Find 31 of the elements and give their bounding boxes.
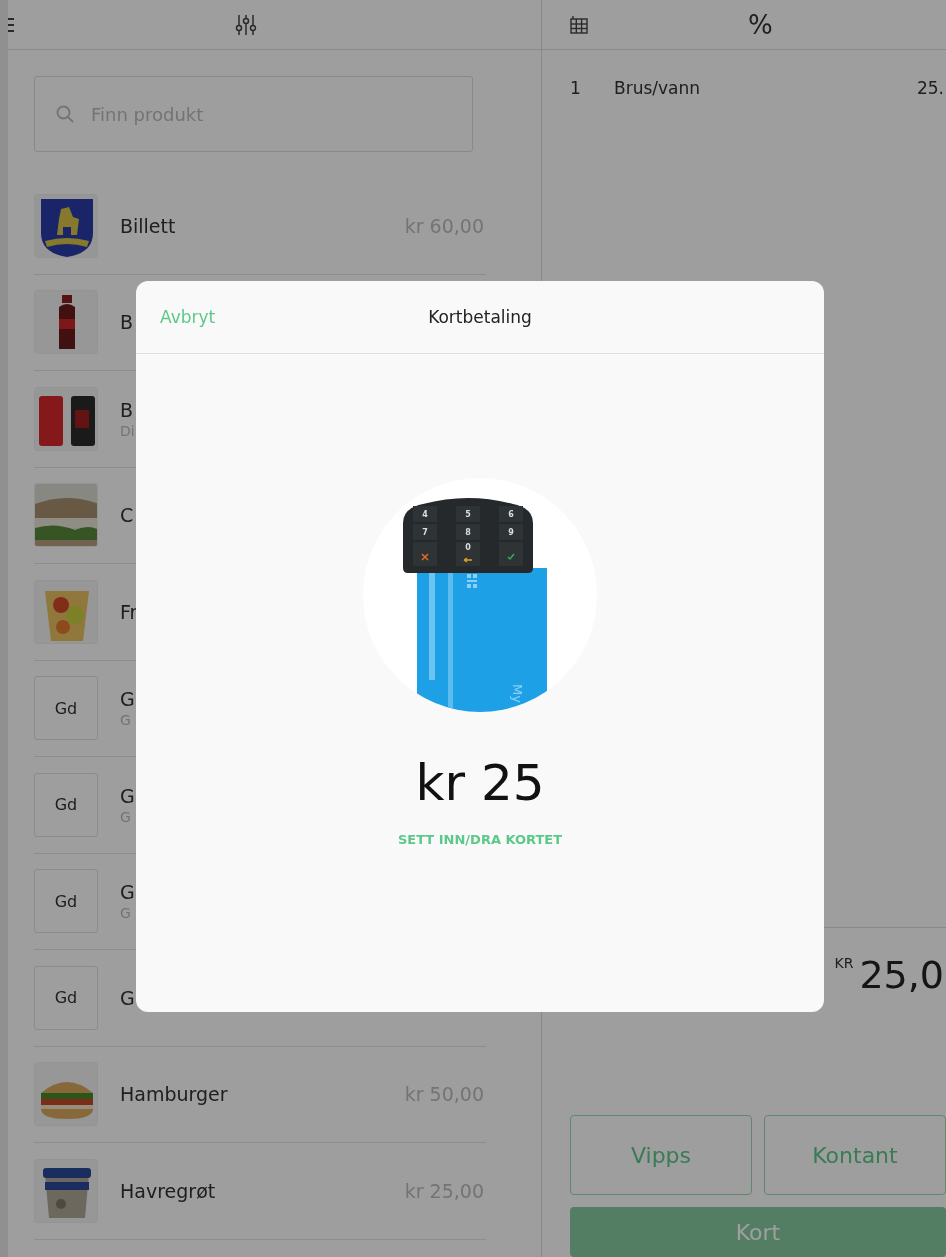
- product-name: G: [120, 784, 135, 807]
- keypad-digit: 5: [465, 510, 471, 519]
- product-name: Billett: [120, 214, 176, 237]
- instruction-text: SETT INN/DRA KORTET: [397, 832, 563, 847]
- product-initials: Gd: [34, 772, 98, 837]
- product-name: Hamburger: [120, 1083, 228, 1106]
- keypad-digit: 4: [422, 510, 428, 519]
- payment-amount: kr 25: [415, 754, 545, 812]
- currency-label: KR: [834, 955, 854, 971]
- product-name: G: [120, 986, 135, 1009]
- card-label: My: [510, 684, 525, 703]
- total-amount: 25,0: [859, 953, 944, 997]
- line-quantity: 1: [570, 78, 582, 98]
- keypad-digit: 9: [508, 528, 514, 537]
- product-name: Havregrøt: [120, 1179, 216, 1202]
- product-name: G: [120, 688, 135, 711]
- line-amount: 25.: [916, 78, 944, 98]
- product-name: B: [120, 311, 134, 334]
- keypad-digit: 6: [508, 510, 514, 519]
- line-name: Brus/vann: [614, 78, 702, 98]
- product-name: C: [120, 504, 134, 527]
- keypad-digit: 8: [465, 528, 471, 537]
- product-initials: Gd: [34, 965, 98, 1030]
- product-initials: Gd: [34, 869, 98, 934]
- dialog-title: Kortbetaling: [428, 307, 532, 327]
- keypad-digit: 0: [465, 543, 471, 552]
- product-name: B: [120, 398, 134, 421]
- product-initials: Gd: [34, 676, 98, 741]
- product-name: Fr: [120, 600, 138, 623]
- product-name: G: [120, 881, 135, 904]
- keypad-digit: 7: [422, 528, 428, 537]
